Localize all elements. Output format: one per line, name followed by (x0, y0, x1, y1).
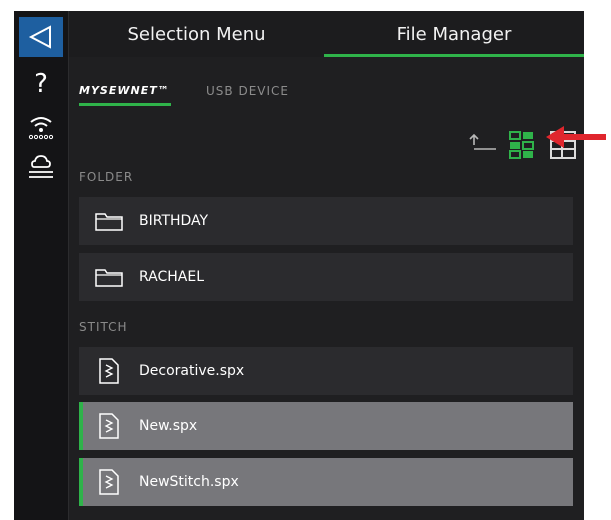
stitch-file-icon (79, 469, 139, 495)
tab-mysewnet[interactable]: MYSEWNET™ (79, 84, 171, 106)
active-tab-indicator (324, 54, 584, 57)
folder-icon (79, 211, 139, 231)
stitch-file-label: New.spx (139, 418, 198, 434)
stitch-file-label: NewStitch.spx (139, 474, 239, 490)
folder-icon (79, 267, 139, 287)
tab-selection-menu-label: Selection Menu (127, 23, 266, 45)
folder-up-button[interactable] (468, 131, 498, 161)
folder-label: RACHAEL (139, 269, 205, 285)
folder-up-icon (469, 133, 496, 150)
source-tab-indicator (79, 103, 171, 106)
cloud-icon (29, 155, 53, 178)
selection-accent (79, 458, 83, 506)
back-triangle-icon (28, 25, 51, 49)
tab-usb-device[interactable]: USB DEVICE (206, 84, 289, 98)
left-rail: ? (14, 11, 69, 520)
stitch-file-label: Decorative.spx (139, 363, 245, 379)
help-icon: ? (34, 69, 48, 99)
help-button[interactable]: ? (14, 71, 68, 97)
grid-view-icon (509, 131, 534, 159)
stitch-section-label: STITCH (79, 320, 128, 334)
stitch-row-decorative[interactable]: Decorative.spx (79, 347, 573, 395)
folder-row-rachael[interactable]: RACHAEL (79, 253, 573, 301)
selection-accent (79, 402, 83, 450)
cloud-sync-button[interactable] (14, 151, 68, 185)
folder-section-label: FOLDER (79, 170, 134, 184)
wifi-icon (28, 117, 54, 140)
grid-view-button[interactable] (509, 131, 535, 163)
wifi-button[interactable] (14, 113, 68, 141)
tab-selection-menu[interactable]: Selection Menu (69, 11, 324, 57)
stitch-row-newstitch[interactable]: NewStitch.spx (79, 458, 573, 506)
stitch-row-new[interactable]: New.spx (79, 402, 573, 450)
stitch-file-icon (79, 413, 139, 439)
top-tab-bar: Selection Menu File Manager (69, 11, 584, 57)
annotation-arrow-icon (546, 126, 606, 148)
main-panel: Selection Menu File Manager MYSEWNET™ US… (69, 11, 584, 520)
tab-mysewnet-label: MYSEWNET™ (79, 84, 170, 97)
folder-row-birthday[interactable]: BIRTHDAY (79, 197, 573, 245)
back-button[interactable] (19, 17, 63, 57)
sewing-machine-screen: ? Selection Menu File Manager MYSEWNET™ … (14, 11, 584, 520)
tab-file-manager-label: File Manager (396, 23, 512, 45)
folder-label: BIRTHDAY (139, 213, 209, 229)
tab-usb-device-label: USB DEVICE (206, 84, 289, 98)
tab-file-manager[interactable]: File Manager (324, 11, 584, 57)
stitch-file-icon (79, 358, 139, 384)
